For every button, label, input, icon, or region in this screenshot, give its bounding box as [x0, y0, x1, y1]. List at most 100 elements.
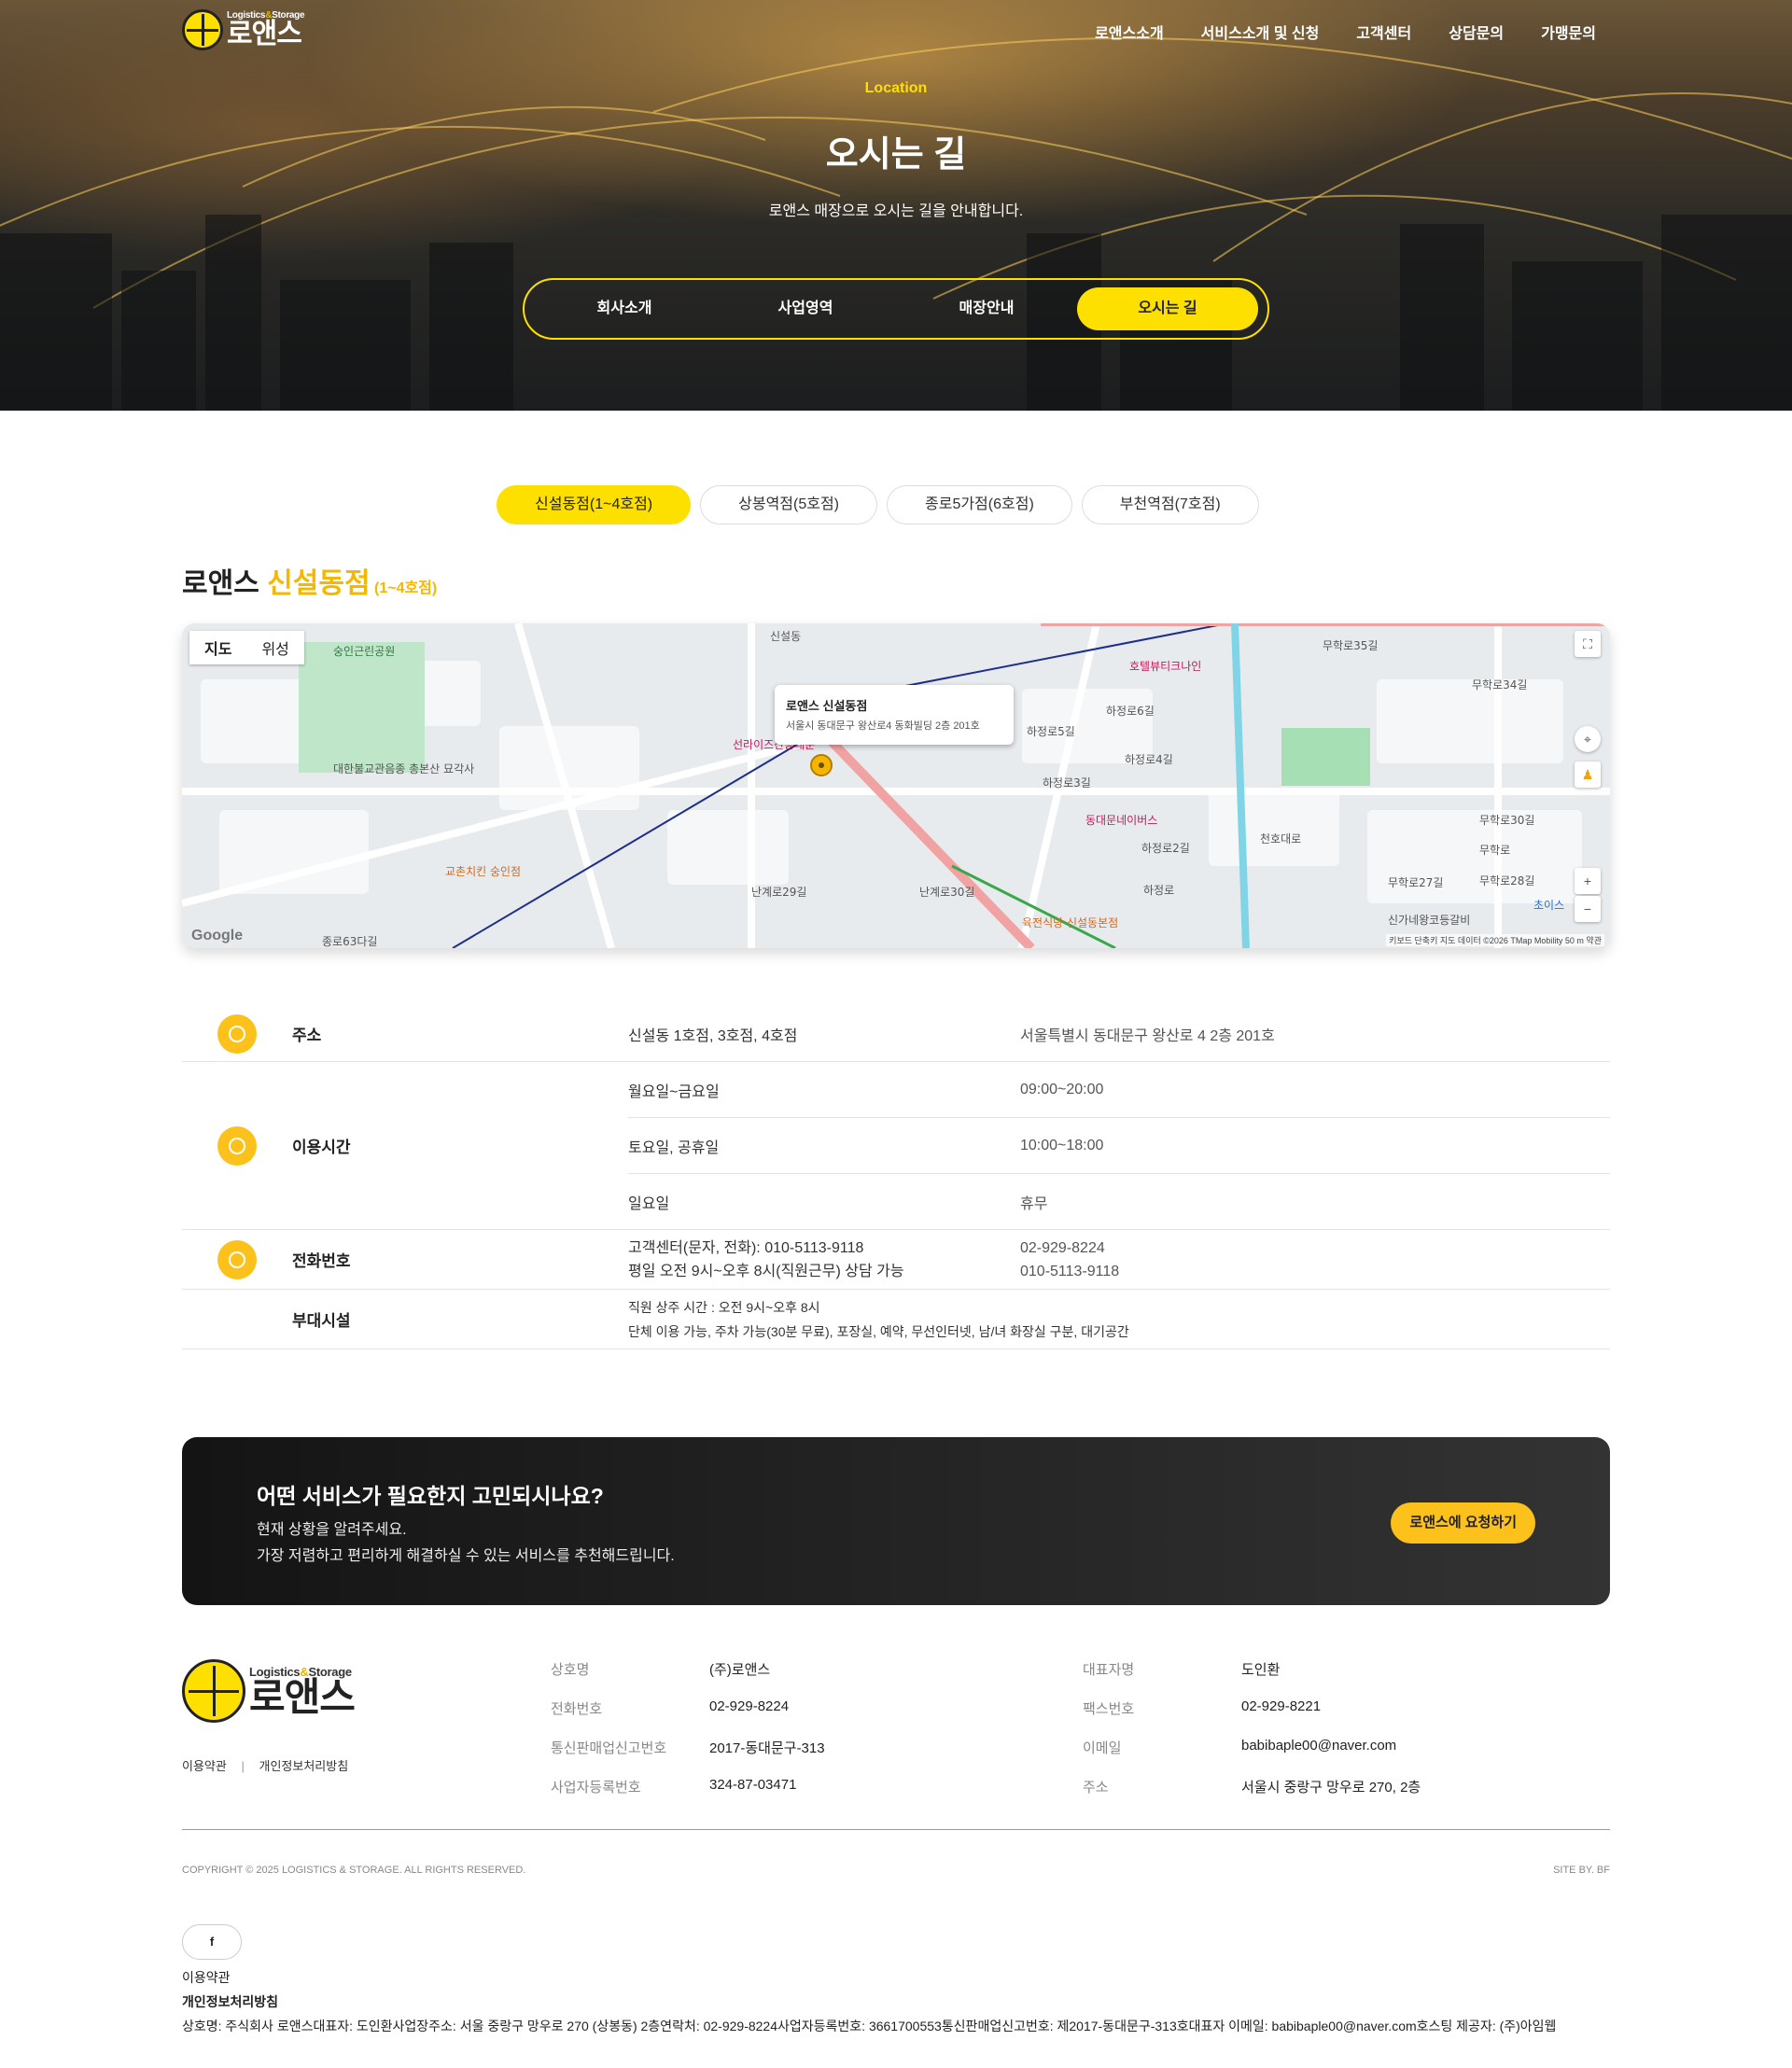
phone-number[interactable]: 02-929-8224 [1020, 1237, 1610, 1260]
store-info-table: 주소 신설동 1호점, 3호점, 4호점 서울특별시 동대문구 왕산로 4 2층… [182, 1006, 1610, 1349]
copyright: COPYRIGHT © 2025 LOGISTICS & STORAGE. AL… [182, 1865, 526, 1876]
nav-item-about[interactable]: 로앤스소개 [1095, 21, 1164, 43]
map-label-muhak27: 무학로27길 [1388, 876, 1443, 889]
hero-banner: Logistics&Storage 로앤스 로앤스소개 서비스소개 및 신청 고… [0, 0, 1792, 411]
info-key: 사업자등록번호 [551, 1780, 641, 1796]
info-value: babibaple00@naver.com [1241, 1738, 1397, 1754]
map-label-muhak: 무학로 [1479, 844, 1510, 857]
facility-label: 부대시설 [292, 1312, 351, 1330]
info-value: 02-929-8221 [1241, 1698, 1322, 1714]
branch-title-suffix: (1~4호점) [370, 580, 438, 596]
branch-tabs: 신설동점(1~4호점) 상봉역점(5호점) 종로5가점(6호점) 부천역점(7호… [497, 485, 1259, 524]
hero-eyebrow: Location [864, 80, 928, 96]
map-label-muhak35: 무학로35길 [1323, 639, 1378, 652]
logo-wordmark: 로앤스 [227, 19, 302, 49]
branch-title-name: 신설동점 [267, 568, 371, 599]
request-button[interactable]: 로앤스에 요청하기 [1391, 1502, 1535, 1544]
cta-banner: 어떤 서비스가 필요한지 고민되시나요? 현재 상황을 알려주세요. 가장 저렴… [182, 1437, 1610, 1605]
my-location-icon[interactable]: ⌖ [1575, 726, 1601, 752]
cta-heading: 어떤 서비스가 필요한지 고민되시나요? [257, 1484, 604, 1508]
map-label-hajeong: 하정로 [1143, 884, 1174, 897]
map-popup-title: 로앤스 신설동점 [786, 699, 868, 713]
company-info-grid: 상호명 (주)로앤스 대표자명 도인환 전화번호 02-929-8224 팩스번호 02… [551, 1659, 1521, 1796]
map-label-park: 숭인근린공원 [333, 645, 395, 658]
info-value: 324-87-03471 [709, 1777, 797, 1793]
info-value: 도인환 [1241, 1662, 1281, 1678]
hours-day: 일요일 [628, 1195, 670, 1212]
map-label-choice: 초이스 [1533, 899, 1564, 912]
nav-item-franchise[interactable]: 가맹문의 [1541, 21, 1596, 43]
map-label-jongno63da: 종로63다길 [322, 935, 377, 948]
nav-item-services[interactable]: 서비스소개 및 신청 [1201, 21, 1320, 43]
location-map[interactable]: 숭인근린공원 대한불교관음종 총본산 묘각사 선라이즈산동대문 교촌치킨 숭인점… [182, 623, 1610, 948]
phone-label: 전화번호 [292, 1252, 351, 1270]
header-logo[interactable]: Logistics&Storage 로앤스 [182, 9, 305, 50]
google-logo: Google [191, 928, 244, 943]
phone-hours: 평일 오전 9시~오후 8시(직원근무) 상담 가능 [628, 1263, 904, 1279]
info-key: 상호명 [551, 1662, 590, 1678]
footer-terms-link[interactable]: 이용약관 [182, 1759, 227, 1773]
logo-emblem-icon [182, 1659, 245, 1723]
branch-title: 로앤스 신설동점 (1~4호점) [182, 560, 437, 601]
map-attribution: 키보드 단축키 지도 데이터 ©2026 TMap Mobility 50 m … [1386, 934, 1604, 946]
map-label-sinseol: 신설동 [770, 630, 801, 643]
hours-day: 월요일~금요일 [628, 1083, 720, 1100]
footer-logo[interactable]: Logistics&Storage 로앤스 [182, 1659, 356, 1723]
address-branches: 신설동 1호점, 3호점, 4호점 [628, 1027, 798, 1044]
facebook-icon[interactable]: f [182, 1924, 242, 1960]
info-key: 통신판매업신고번호 [551, 1740, 667, 1756]
map-label-hajeong4: 하정로4길 [1125, 753, 1173, 766]
branch-tab-bucheon[interactable]: 부천역점(7호점) [1081, 485, 1259, 524]
location-pin-icon [217, 1013, 257, 1054]
footer-privacy-link[interactable]: 개인정보처리방침 [259, 1759, 348, 1773]
nav-item-support[interactable]: 고객센터 [1356, 21, 1411, 43]
legal-section: 이용약관 개인정보처리방침 상호명: 주식회사 로앤스대표자: 도인환사업장주소… [182, 1965, 1610, 2038]
fullscreen-icon[interactable]: ⛶ [1575, 631, 1601, 657]
phone-center: 고객센터(문자, 전화): 010-5113-9118 [628, 1239, 864, 1256]
hero-title: 오시는 길 [825, 135, 967, 175]
tab-directions[interactable]: 오시는 길 [1077, 287, 1258, 330]
map-label-hotel: 호텔뷰티크나인 [1129, 660, 1201, 673]
branch-tab-jongno5ga[interactable]: 종로5가점(6호점) [887, 485, 1072, 524]
tab-business[interactable]: 사업영역 [715, 287, 896, 330]
info-key: 이메일 [1083, 1740, 1122, 1756]
map-label-kyochon: 교촌치킨 숭인점 [445, 865, 521, 878]
hours-time: 휴무 [1020, 1195, 1048, 1212]
address-label: 주소 [292, 1027, 322, 1044]
phone-icon [217, 1239, 257, 1279]
map-label-hajeong2: 하정로2길 [1141, 842, 1190, 855]
hours-time: 10:00~18:00 [1020, 1137, 1104, 1153]
map-label-cheonho9ga: 천호대로 [1260, 831, 1301, 845]
map-type-satellite[interactable]: 위성 [246, 631, 303, 664]
tab-stores[interactable]: 매장안내 [896, 287, 1077, 330]
legal-privacy-link[interactable]: 개인정보처리방침 [182, 1990, 1610, 2014]
map-label-muhak28: 무학로28길 [1479, 874, 1534, 887]
site-by: SITE BY. BF [1553, 1865, 1610, 1876]
map-label-hajeong5: 하정로5길 [1027, 725, 1075, 738]
map-type-map[interactable]: 지도 [189, 631, 246, 664]
cta-description: 현재 상황을 알려주세요. 가장 저렴하고 편리하게 해결하실 수 있는 서비스… [257, 1517, 675, 1570]
zoom-out-icon[interactable]: − [1575, 896, 1601, 922]
tab-company[interactable]: 회사소개 [534, 287, 715, 330]
hours-label: 이용시간 [292, 1139, 351, 1156]
info-value: 2017-동대문구-313 [709, 1740, 825, 1756]
street-view-pegman-icon[interactable]: ♟ [1575, 762, 1601, 788]
info-value: 서울시 중랑구 망우로 270, 2층 [1241, 1780, 1421, 1796]
legal-business-info: 상호명: 주식회사 로앤스대표자: 도인환사업장주소: 서울 중랑구 망우로 2… [182, 2019, 1557, 2033]
branch-tab-sangbong[interactable]: 상봉역점(5호점) [700, 485, 877, 524]
cta-line1: 현재 상황을 알려주세요. [257, 1522, 407, 1538]
map-label-muhak30: 무학로30길 [1479, 814, 1534, 827]
map-canvas[interactable]: 숭인근린공원 대한불교관음종 총본산 묘각사 선라이즈산동대문 교촌치킨 숭인점… [182, 623, 1610, 948]
branch-title-prefix: 로앤스 [182, 568, 268, 599]
hours-time: 09:00~20:00 [1020, 1081, 1104, 1097]
cta-line2: 가장 저렴하고 편리하게 해결하실 수 있는 서비스를 추천해드립니다. [257, 1548, 675, 1564]
info-value: 02-929-8224 [709, 1698, 790, 1714]
mobile-number[interactable]: 010-5113-9118 [1020, 1260, 1610, 1283]
legal-terms-link[interactable]: 이용약관 [182, 1965, 1610, 1990]
branch-tab-sinseol[interactable]: 신설동점(1~4호점) [497, 485, 692, 524]
map-label-hajeong3: 하정로3길 [1043, 776, 1091, 789]
zoom-in-icon[interactable]: + [1575, 868, 1601, 894]
address-full: 서울특별시 동대문구 왕산로 4 2층 201호 [1020, 1027, 1275, 1044]
nav-item-inquiry[interactable]: 상담문의 [1449, 21, 1504, 43]
map-label-temple: 대한불교관음종 총본산 묘각사 [333, 762, 474, 776]
